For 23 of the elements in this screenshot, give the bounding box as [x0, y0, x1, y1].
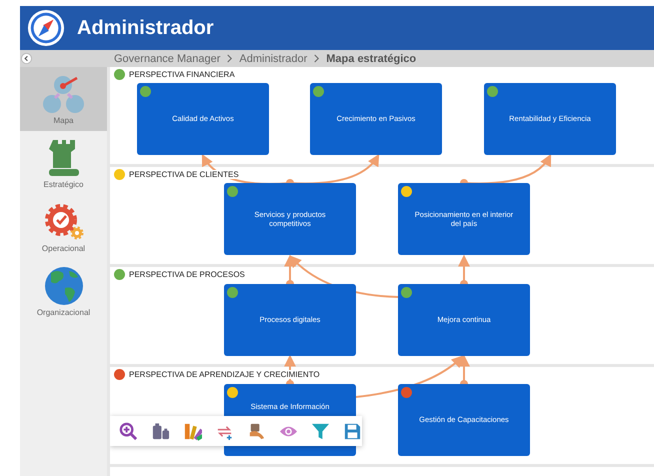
perspective-label: PERSPECTIVA DE CLIENTES: [129, 170, 241, 179]
chevron-right-icon: [313, 54, 320, 63]
sidebar-item[interactable]: Operacional: [20, 195, 107, 259]
filter-icon[interactable]: [311, 422, 330, 440]
chevron-right-icon: [226, 54, 234, 63]
perspective-label: PERSPECTIVA FINANCIERA: [129, 70, 237, 79]
perspective-label: PERSPECTIVA DE APRENDIZAJE Y CRECIMIENTO: [129, 370, 322, 379]
compass-logo-icon: [27, 9, 65, 47]
zoom-in-icon[interactable]: [119, 422, 138, 440]
sidebar-item[interactable]: Organizacional: [20, 259, 107, 323]
collapse-icon[interactable]: [21, 53, 32, 64]
perspective-label: PERSPECTIVA DE PROCESOS: [129, 270, 247, 279]
sidebar-item[interactable]: Mapa: [20, 67, 107, 131]
breadcrumb-item[interactable]: Administrador: [239, 52, 308, 64]
app-title: Administrador: [77, 16, 214, 40]
breadcrumb-item[interactable]: Governance Manager: [114, 52, 220, 64]
hand-icon[interactable]: [247, 422, 266, 440]
weights-icon[interactable]: [151, 422, 170, 440]
color-swatches-icon[interactable]: [183, 422, 202, 440]
save-icon[interactable]: [343, 422, 362, 440]
node-map-icon: [40, 74, 86, 114]
sidebar-item[interactable]: Estratégico: [20, 131, 107, 195]
breadcrumb-item: Mapa estratégico: [326, 52, 416, 64]
